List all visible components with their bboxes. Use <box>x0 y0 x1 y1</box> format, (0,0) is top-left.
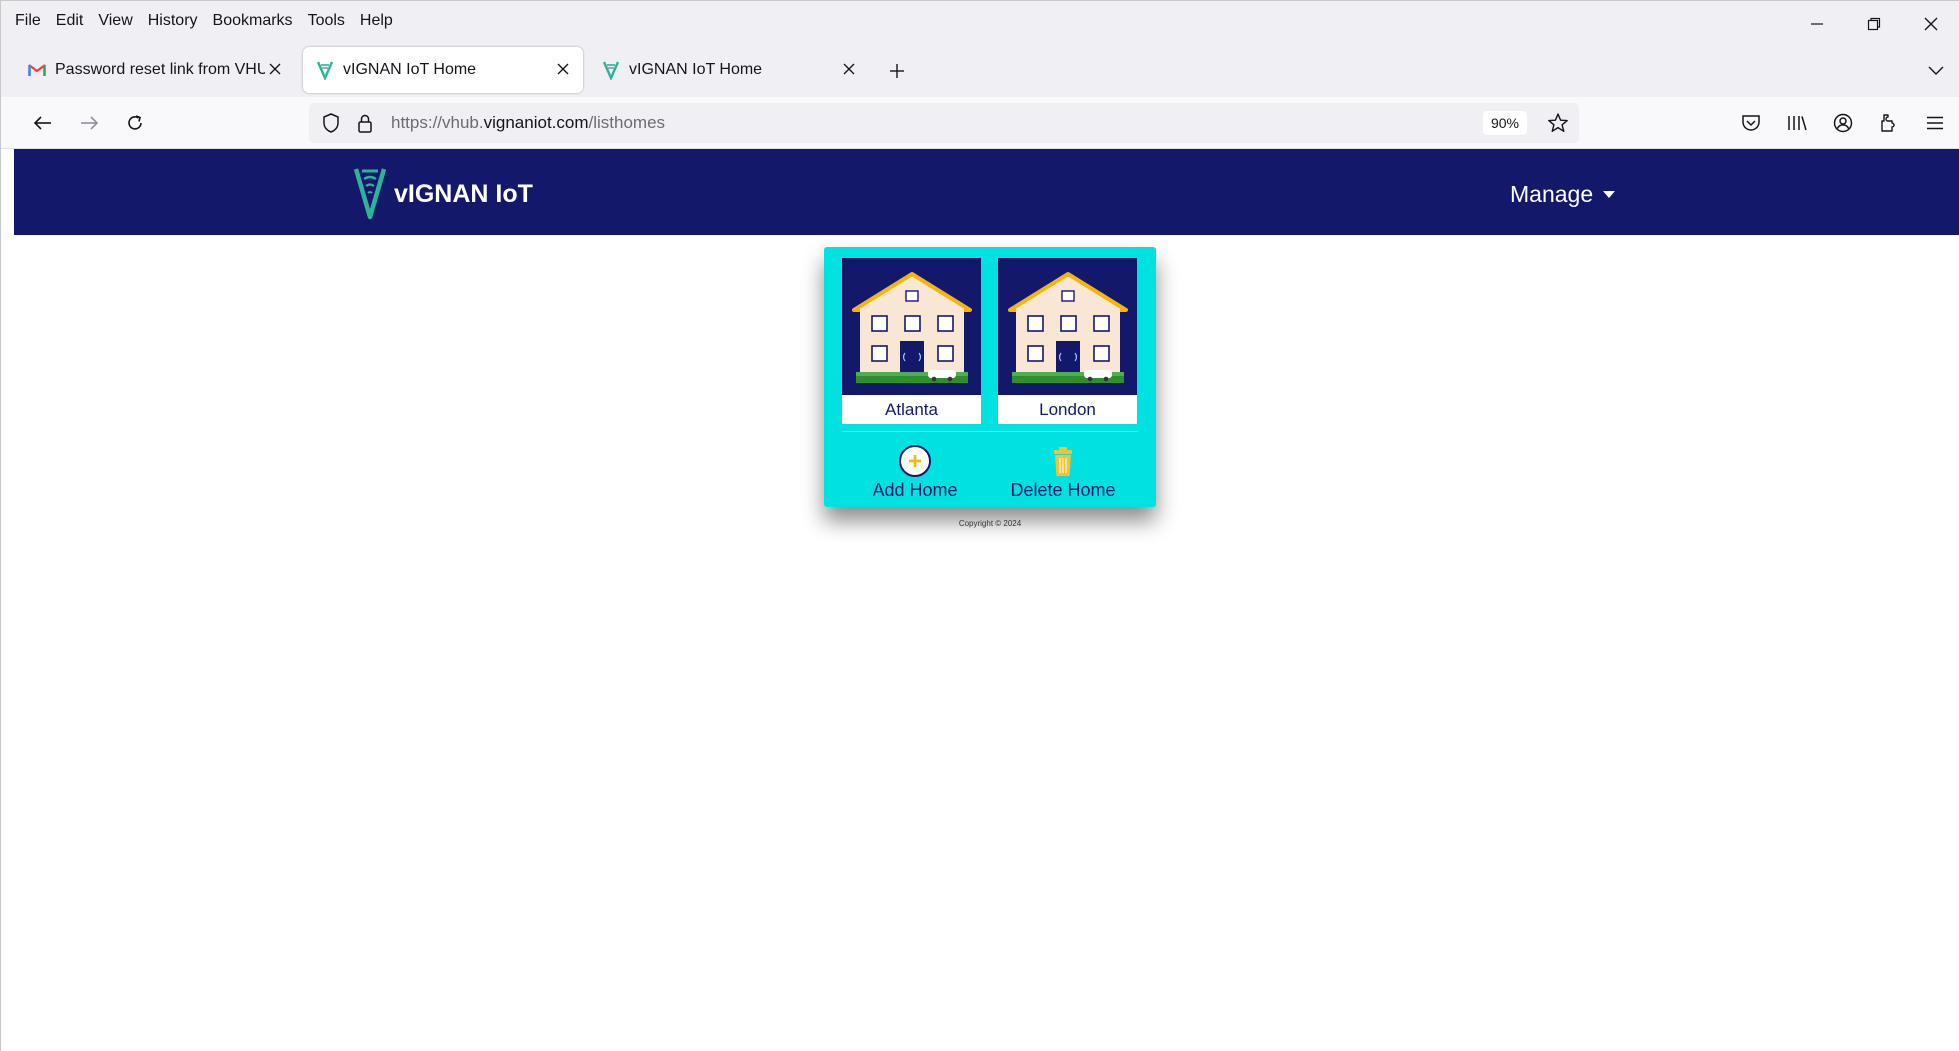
pocket-button[interactable] <box>1735 107 1767 139</box>
close-icon <box>1924 17 1937 31</box>
library-button[interactable] <box>1781 107 1813 139</box>
delete-home-button[interactable]: Delete Home <box>998 444 1128 501</box>
account-button[interactable] <box>1827 107 1859 139</box>
tab-vignan[interactable]: vIGNAN IoT Home <box>589 47 869 93</box>
hamburger-menu-icon <box>1927 116 1943 130</box>
add-home-button[interactable]: Add Home <box>850 444 980 501</box>
app-menu-button[interactable] <box>1919 107 1951 139</box>
new-tab-button[interactable] <box>883 57 911 85</box>
forward-button[interactable] <box>73 107 105 139</box>
url-path: /listhomes <box>588 113 666 132</box>
tab-label: Password reset link from VHUB.VIGNANIOT.… <box>55 61 265 78</box>
tab-label: vIGNAN IoT Home <box>629 61 763 78</box>
manage-label: Manage <box>1510 181 1594 207</box>
plus-icon <box>890 64 904 78</box>
url-host: vignaniot.com <box>483 113 589 132</box>
url-prefix: https://vhub. <box>391 113 484 132</box>
back-button[interactable] <box>27 107 59 139</box>
menu-edit[interactable]: Edit <box>56 12 84 30</box>
home-name: Atlanta <box>885 400 938 419</box>
manage-dropdown[interactable]: Manage <box>1510 181 1616 208</box>
bookmark-star-icon[interactable] <box>1545 110 1571 136</box>
add-circle-icon <box>899 445 931 477</box>
tracking-shield-icon[interactable] <box>319 111 343 135</box>
house-icon <box>998 258 1137 395</box>
tab-gmail[interactable]: Password reset link from VHUB.VIGNANIOT.… <box>15 47 291 93</box>
menu-bookmarks[interactable]: Bookmarks <box>213 12 293 30</box>
account-icon <box>1833 113 1853 133</box>
caret-down-icon <box>1603 191 1616 198</box>
library-icon <box>1788 116 1807 131</box>
extensions-button[interactable] <box>1873 107 1905 139</box>
site-header: vIGNAN IoT Manage <box>14 149 1959 235</box>
close-tab-icon[interactable] <box>553 59 573 79</box>
menu-tools[interactable]: Tools <box>308 12 345 30</box>
trash-icon <box>1054 447 1072 476</box>
forward-arrow-icon <box>81 116 99 130</box>
brand-name: vIGNAN IoT <box>394 180 533 208</box>
brand[interactable]: vIGNAN IoT <box>350 165 533 221</box>
zoom-level-badge[interactable]: 90% <box>1482 111 1527 135</box>
minimize-icon <box>1810 23 1823 25</box>
copyright-text: Copyright © 2024 <box>958 519 1022 528</box>
pocket-icon <box>1742 115 1760 131</box>
divider <box>842 431 1138 432</box>
menu-file[interactable]: File <box>15 12 41 30</box>
navigation-toolbar: https://vhub.vignaniot.com/listhomes 90% <box>1 97 1959 149</box>
home-card-london[interactable]: London <box>998 258 1137 424</box>
list-all-tabs-button[interactable] <box>1922 57 1950 85</box>
menu-bar: File Edit View History Bookmarks Tools H… <box>1 1 1959 41</box>
browser-window: File Edit View History Bookmarks Tools H… <box>0 0 1959 1051</box>
tab-vignan-active[interactable]: vIGNAN IoT Home <box>303 47 583 93</box>
home-name: London <box>1039 400 1096 419</box>
homes-panel: Atlanta London Add Home Delete Home <box>824 247 1156 507</box>
add-home-label: Add Home <box>872 480 958 500</box>
extensions-puzzle-icon <box>1881 114 1895 132</box>
home-card-atlanta[interactable]: Atlanta <box>842 258 981 424</box>
close-tab-icon[interactable] <box>839 59 859 79</box>
back-arrow-icon <box>33 116 51 130</box>
url-bar[interactable]: https://vhub.vignaniot.com/listhomes 90% <box>309 103 1579 143</box>
restore-icon <box>1867 17 1880 31</box>
url-text[interactable]: https://vhub.vignaniot.com/listhomes <box>391 113 665 133</box>
gmail-icon <box>27 60 47 80</box>
vignan-icon <box>601 60 621 80</box>
tab-strip: Password reset link from VHUB.VIGNANIOT.… <box>1 41 1959 97</box>
tab-label: vIGNAN IoT Home <box>343 61 477 78</box>
close-tab-icon[interactable] <box>265 59 285 79</box>
reload-button[interactable] <box>119 107 151 139</box>
delete-home-label: Delete Home <box>1010 480 1116 500</box>
vignan-icon <box>315 60 335 80</box>
menu-history[interactable]: History <box>148 12 198 30</box>
reload-icon <box>128 115 142 130</box>
menu-help[interactable]: Help <box>360 12 393 30</box>
house-icon <box>842 258 981 395</box>
menu-view[interactable]: View <box>98 12 132 30</box>
lock-icon[interactable] <box>353 111 377 135</box>
vignan-logo-icon <box>353 168 387 220</box>
chevron-down-icon <box>1928 66 1944 75</box>
